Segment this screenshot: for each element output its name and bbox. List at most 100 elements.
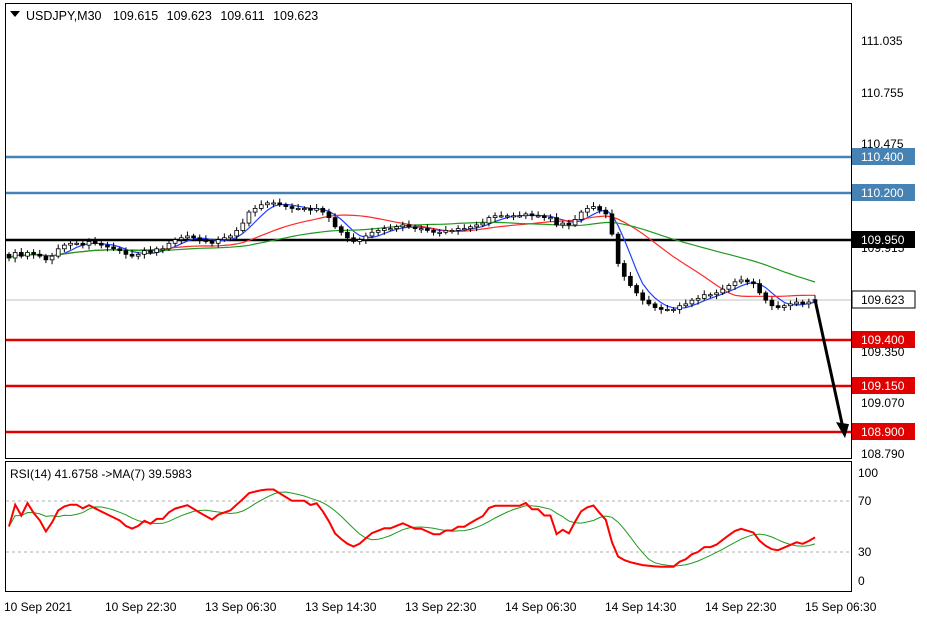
candle-bearish — [351, 237, 356, 242]
candle-bullish — [714, 292, 719, 296]
candle-bullish — [468, 226, 473, 230]
candle-bullish — [474, 224, 479, 228]
rsi-panel-frame — [5, 461, 852, 592]
candle-bullish — [455, 228, 461, 231]
candle-bearish — [646, 299, 652, 305]
candle-bullish — [578, 211, 584, 220]
rsi-y-tick: 0 — [858, 574, 865, 588]
candle-bullish — [222, 237, 227, 241]
candle-bearish — [18, 252, 24, 257]
candle-bearish — [554, 217, 559, 226]
candle-bearish — [769, 299, 775, 307]
candle-bullish — [437, 231, 442, 234]
candle-bullish — [246, 211, 252, 224]
ma-line-40 — [8, 221, 816, 283]
candle-bullish — [517, 215, 522, 218]
candle-bearish — [800, 301, 806, 305]
candle-bearish — [628, 275, 633, 286]
candle-bullish — [418, 228, 424, 231]
candle-bearish — [31, 252, 36, 255]
candle-bullish — [394, 226, 399, 230]
candle-bullish — [695, 297, 701, 301]
candle-bearish — [332, 217, 338, 228]
candle-bearish — [129, 253, 135, 257]
candle-bullish — [154, 248, 159, 253]
candle-bearish — [751, 281, 756, 285]
y-tick-label: 110.755 — [861, 86, 904, 100]
candle-bearish — [566, 222, 572, 226]
candle-bullish — [228, 235, 233, 239]
level-label-110200: 110.200 — [861, 186, 904, 200]
candle-bullish — [505, 215, 510, 218]
candle-bullish — [86, 241, 92, 246]
candle-bearish — [80, 242, 86, 246]
candle-bearish — [105, 244, 110, 248]
candle-bearish — [117, 248, 123, 252]
candle-bullish — [55, 248, 61, 257]
candle-bullish — [25, 252, 30, 257]
candle-bullish — [486, 217, 492, 224]
candle-bullish — [572, 219, 578, 226]
candle-bearish — [615, 233, 621, 264]
rsi-ma-line — [8, 491, 816, 567]
candle-bullish — [585, 208, 590, 213]
low-value: 109.611 — [220, 9, 264, 23]
y-tick-label: 108.790 — [861, 447, 905, 461]
candle-bullish — [258, 204, 264, 209]
candle-bullish — [726, 285, 732, 290]
candle-bullish — [215, 239, 221, 244]
candle-bullish — [240, 222, 246, 231]
candle-bullish — [12, 252, 18, 259]
candle-bearish — [123, 250, 129, 255]
rsi-lines — [8, 488, 816, 568]
candle-bullish — [498, 215, 504, 218]
candle-bullish — [461, 228, 467, 231]
candle-bullish — [178, 237, 184, 241]
candle-bullish — [548, 217, 553, 220]
candle-bullish — [689, 299, 695, 305]
candle-bullish — [375, 230, 381, 233]
candle-bearish — [37, 253, 43, 257]
x-tick-label: 13 Sep 06:30 — [205, 600, 277, 614]
candle-bullish — [400, 224, 406, 228]
candle-bearish — [209, 241, 215, 244]
x-tick-label: 13 Sep 14:30 — [305, 600, 377, 614]
candle-bearish — [425, 228, 430, 231]
candle-bullish — [369, 231, 375, 237]
candle-bearish — [529, 213, 535, 217]
candle-bearish — [745, 279, 750, 283]
candle-bearish — [277, 202, 283, 206]
candle-bullish — [295, 208, 301, 211]
candle-bullish — [443, 230, 449, 233]
level-label-109400: 109.400 — [861, 333, 905, 347]
candle-bearish — [283, 204, 289, 207]
candle-bullish — [708, 294, 713, 297]
candle-bullish — [535, 215, 541, 218]
candle-bullish — [142, 250, 147, 255]
candle-bearish — [203, 239, 209, 242]
candle-bullish — [74, 242, 79, 245]
x-tick-label: 14 Sep 22:30 — [705, 600, 777, 614]
candle-bullish — [172, 239, 178, 244]
candle-bearish — [43, 255, 49, 261]
candle-bearish — [98, 242, 104, 246]
rsi-y-tick: 70 — [858, 494, 872, 508]
candle-bullish — [794, 301, 799, 305]
candle-bullish — [160, 248, 166, 251]
candle-bearish — [621, 263, 627, 277]
candle-bullish — [665, 308, 670, 311]
y-tick-label: 109.070 — [861, 396, 905, 410]
candle-bullish — [314, 208, 319, 211]
candle-bullish — [49, 255, 55, 261]
level-label-109950: 109.950 — [861, 233, 905, 247]
candle-bullish — [781, 305, 787, 308]
candle-bearish — [603, 209, 609, 215]
dropdown-triangle-icon[interactable] — [10, 11, 20, 17]
candle-bearish — [197, 237, 203, 241]
candle-bearish — [191, 235, 196, 239]
x-tick-label: 10 Sep 22:30 — [105, 600, 177, 614]
candle-bearish — [775, 305, 781, 308]
candle-bearish — [640, 292, 646, 301]
candle-bearish — [92, 241, 98, 244]
rsi-line — [8, 488, 816, 568]
